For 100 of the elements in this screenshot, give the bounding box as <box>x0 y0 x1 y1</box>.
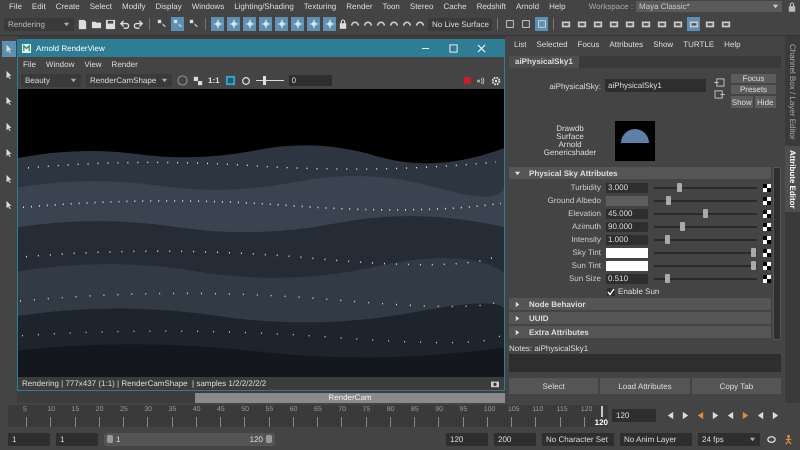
aov-dropdown[interactable]: Beauty <box>21 74 81 87</box>
slider-handle[interactable] <box>751 248 756 256</box>
menu-item[interactable]: Stereo <box>404 2 438 11</box>
menu-item[interactable]: Display <box>150 2 187 11</box>
focus-button[interactable]: Focus <box>731 74 776 83</box>
range-slider[interactable]: 1 120 <box>104 432 275 446</box>
map-texture-icon[interactable] <box>763 184 771 192</box>
figure-icon[interactable] <box>783 434 794 444</box>
range-handle[interactable] <box>266 435 272 443</box>
slider-handle[interactable] <box>664 234 670 244</box>
live-surface-field[interactable]: No Live Surface <box>428 18 492 30</box>
menu-item[interactable]: Render <box>341 2 378 11</box>
workspace-dropdown[interactable]: Maya Classic* <box>636 1 782 12</box>
anim-layer-field[interactable]: No Anim Layer <box>620 432 692 446</box>
checker-icon[interactable] <box>193 76 203 86</box>
map-texture-icon[interactable] <box>763 248 771 256</box>
menu-item[interactable]: Arnold <box>510 2 544 11</box>
value-field[interactable]: 45.000 <box>606 208 648 218</box>
current-frame-field[interactable]: 120 <box>612 409 656 422</box>
menu-item[interactable]: Show <box>648 40 678 48</box>
checkbox[interactable] <box>607 288 615 296</box>
menu-item[interactable]: Focus <box>572 40 604 48</box>
playback-end-field[interactable]: 120 <box>446 432 488 446</box>
menu-item[interactable]: Redshift <box>472 2 511 11</box>
redo-icon[interactable] <box>133 18 144 30</box>
camera-dropdown[interactable]: RenderCamShape <box>86 74 172 87</box>
color-swatch[interactable] <box>606 260 648 270</box>
value-field[interactable]: 3.000 <box>606 182 648 192</box>
menu-item[interactable]: Select <box>84 2 117 11</box>
channel-icon[interactable] <box>177 75 188 86</box>
slider-handle[interactable] <box>703 208 708 218</box>
close-icon[interactable] <box>477 44 486 53</box>
map-texture-icon[interactable] <box>763 196 771 204</box>
menu-item[interactable]: Attributes <box>604 40 648 48</box>
snap-icon[interactable] <box>211 17 224 31</box>
slider-handle[interactable] <box>751 260 756 270</box>
slider-handle[interactable] <box>666 196 671 204</box>
map-texture-icon[interactable] <box>763 210 771 218</box>
loop-icon[interactable] <box>766 434 777 444</box>
editor-button[interactable]: Load Attributes <box>600 378 690 394</box>
menu-item[interactable]: TURTLE <box>678 40 720 48</box>
snap-icon[interactable] <box>323 17 336 31</box>
file-icon[interactable] <box>77 18 88 30</box>
exposure-icon[interactable] <box>240 76 251 86</box>
ratio-button[interactable]: 1:1 <box>208 76 220 85</box>
menu-item[interactable]: File <box>4 2 27 11</box>
value-field[interactable]: 0.510 <box>606 274 648 284</box>
value-field[interactable]: 1.000 <box>606 234 648 244</box>
map-texture-icon[interactable] <box>763 222 771 230</box>
output-connection-icon[interactable] <box>714 90 725 99</box>
slider-handle[interactable] <box>677 182 682 192</box>
node-name-field[interactable]: aiPhysicalSky1 <box>605 79 706 92</box>
show-button[interactable]: Show <box>731 96 752 108</box>
value-field[interactable]: 90.000 <box>606 222 648 232</box>
menu-item[interactable]: Window <box>40 60 80 69</box>
snap-icon[interactable] <box>227 17 240 31</box>
save-icon[interactable] <box>105 18 116 30</box>
snap-icon[interactable] <box>307 17 320 31</box>
menu-item[interactable]: View <box>79 60 107 69</box>
input-connection-icon[interactable] <box>714 78 725 87</box>
section-header[interactable]: UUID <box>509 312 771 324</box>
sound-icon[interactable] <box>476 76 486 86</box>
frame-icon[interactable] <box>224 75 236 86</box>
side-tab[interactable]: Attribute Editor <box>785 146 800 212</box>
menu-item[interactable]: Cache <box>438 2 472 11</box>
menu-item[interactable]: Render <box>106 60 143 69</box>
menu-item[interactable]: File <box>18 60 41 69</box>
maximize-icon[interactable] <box>449 44 458 53</box>
menu-item[interactable]: Create <box>50 2 85 11</box>
menu-item[interactable]: Windows <box>186 2 230 11</box>
undo-icon[interactable] <box>119 18 130 30</box>
menu-item[interactable]: Toon <box>378 2 405 11</box>
snap-icon[interactable] <box>259 17 272 31</box>
fps-dropdown[interactable]: 24 fps <box>698 432 760 446</box>
camera-icon[interactable] <box>490 380 500 388</box>
snap-icon[interactable] <box>243 17 256 31</box>
menu-item[interactable]: Texturing <box>298 2 342 11</box>
menu-item[interactable]: Selected <box>531 40 573 48</box>
tool-icon[interactable] <box>2 41 16 57</box>
section-header[interactable]: Node Behavior <box>509 298 771 310</box>
start-frame-field[interactable]: 1 <box>8 432 50 446</box>
map-texture-icon[interactable] <box>763 274 771 282</box>
lock-icon[interactable] <box>788 2 796 12</box>
menu-item[interactable]: Modify <box>116 2 150 11</box>
map-texture-icon[interactable] <box>763 262 771 270</box>
menu-item[interactable]: Help <box>719 40 746 48</box>
menu-item[interactable]: List <box>509 40 532 48</box>
presets-button[interactable]: Presets <box>731 85 776 94</box>
playback-start-field[interactable]: 1 <box>56 432 98 446</box>
character-set-field[interactable]: No Character Set <box>542 432 614 446</box>
snap-icon[interactable] <box>275 17 288 31</box>
exposure-field[interactable]: 0 <box>288 75 332 86</box>
section-header[interactable]: Physical Sky Attributes <box>509 167 771 179</box>
menu-item[interactable]: Edit <box>26 2 51 11</box>
node-tab[interactable]: aiPhysicalSky1 <box>509 56 579 68</box>
slider-handle[interactable] <box>680 222 686 230</box>
section-header[interactable]: Extra Attributes <box>509 326 771 338</box>
editor-button[interactable]: Copy Tab <box>692 378 781 394</box>
slider-handle[interactable] <box>263 76 266 85</box>
lock-icon[interactable] <box>339 19 347 29</box>
